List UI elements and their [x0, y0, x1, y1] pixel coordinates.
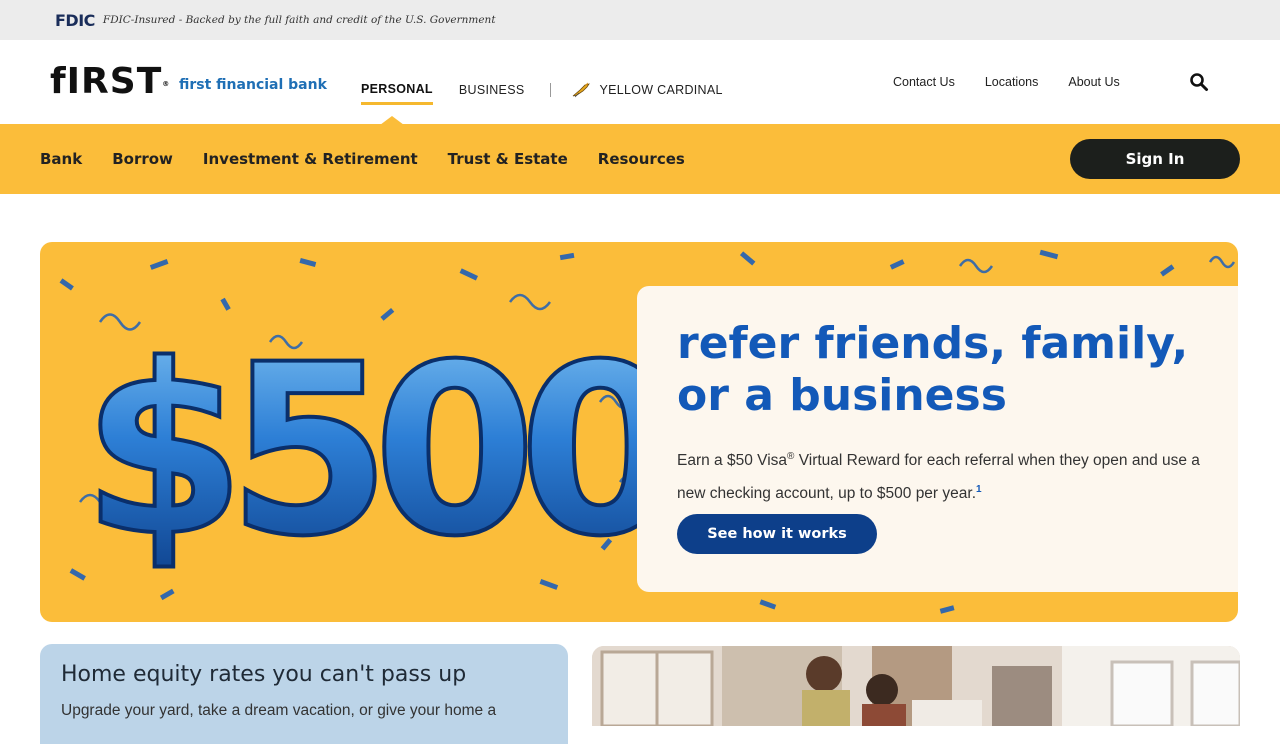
- nav-resources[interactable]: Resources: [598, 150, 685, 168]
- hero-500-text: $500: [82, 315, 672, 588]
- search-icon: [1190, 73, 1208, 91]
- home-equity-title: Home equity rates you can't pass up: [61, 662, 467, 687]
- segment-divider: [550, 82, 552, 97]
- about-us-link[interactable]: About Us: [1068, 75, 1119, 89]
- hero-card: refer friends, family, or a business Ear…: [637, 286, 1238, 592]
- logo-registered-mark: ®: [162, 80, 171, 88]
- main-nav-items: Bank Borrow Investment & Retirement Trus…: [40, 150, 715, 168]
- family-photo-illustration: [592, 646, 1240, 726]
- main-nav: Bank Borrow Investment & Retirement Trus…: [0, 124, 1280, 194]
- family-kitchen-photo: [592, 646, 1240, 726]
- nav-bank[interactable]: Bank: [40, 150, 82, 168]
- see-how-it-works-button[interactable]: See how it works: [677, 514, 877, 554]
- logo-text: fIRST: [50, 61, 163, 102]
- sign-in-button[interactable]: Sign In: [1070, 139, 1240, 179]
- first-logo[interactable]: fIRST®: [50, 64, 170, 100]
- logo-subtitle[interactable]: first financial bank: [179, 77, 327, 93]
- locations-link[interactable]: Locations: [985, 75, 1039, 89]
- home-equity-body: Upgrade your yard, take a dream vacation…: [61, 702, 497, 719]
- home-equity-card[interactable]: Home equity rates you can't pass up Upgr…: [40, 644, 568, 744]
- hero-body: Earn a $50 Visa® Virtual Reward for each…: [677, 442, 1212, 508]
- utility-links: Contact Us Locations About Us: [893, 75, 1150, 89]
- segment-nav: PERSONAL BUSINESS YELLOW CARDINAL: [361, 74, 723, 105]
- nav-trust-estate[interactable]: Trust & Estate: [448, 150, 568, 168]
- hero-title: refer friends, family, or a business: [677, 318, 1217, 422]
- search-button[interactable]: [1189, 72, 1209, 92]
- fdic-logo: FDIC: [55, 10, 95, 30]
- tab-yellow-cardinal[interactable]: YELLOW CARDINAL: [571, 82, 722, 98]
- hero-body-part1: Earn a $50 Visa: [677, 452, 788, 470]
- fdic-banner: FDIC FDIC-Insured - Backed by the full f…: [0, 0, 1280, 40]
- hero-banner: $500 refer friends, family, or a busines…: [40, 242, 1238, 622]
- site-header: fIRST® first financial bank PERSONAL BUS…: [0, 40, 1280, 124]
- contact-us-link[interactable]: Contact Us: [893, 75, 955, 89]
- hero-title-line1: refer friends, family,: [677, 318, 1189, 369]
- tab-personal[interactable]: PERSONAL: [361, 82, 433, 105]
- nav-borrow[interactable]: Borrow: [112, 150, 173, 168]
- cardinal-bird-icon: [573, 82, 591, 97]
- hero-title-line2: or a business: [677, 370, 1007, 421]
- footnote-link[interactable]: 1: [976, 484, 982, 495]
- nav-investment-retirement[interactable]: Investment & Retirement: [203, 150, 418, 168]
- cardinal-label: YELLOW CARDINAL: [599, 82, 723, 97]
- tab-business[interactable]: BUSINESS: [459, 83, 525, 97]
- fdic-notice: FDIC-Insured - Backed by the full faith …: [102, 14, 496, 26]
